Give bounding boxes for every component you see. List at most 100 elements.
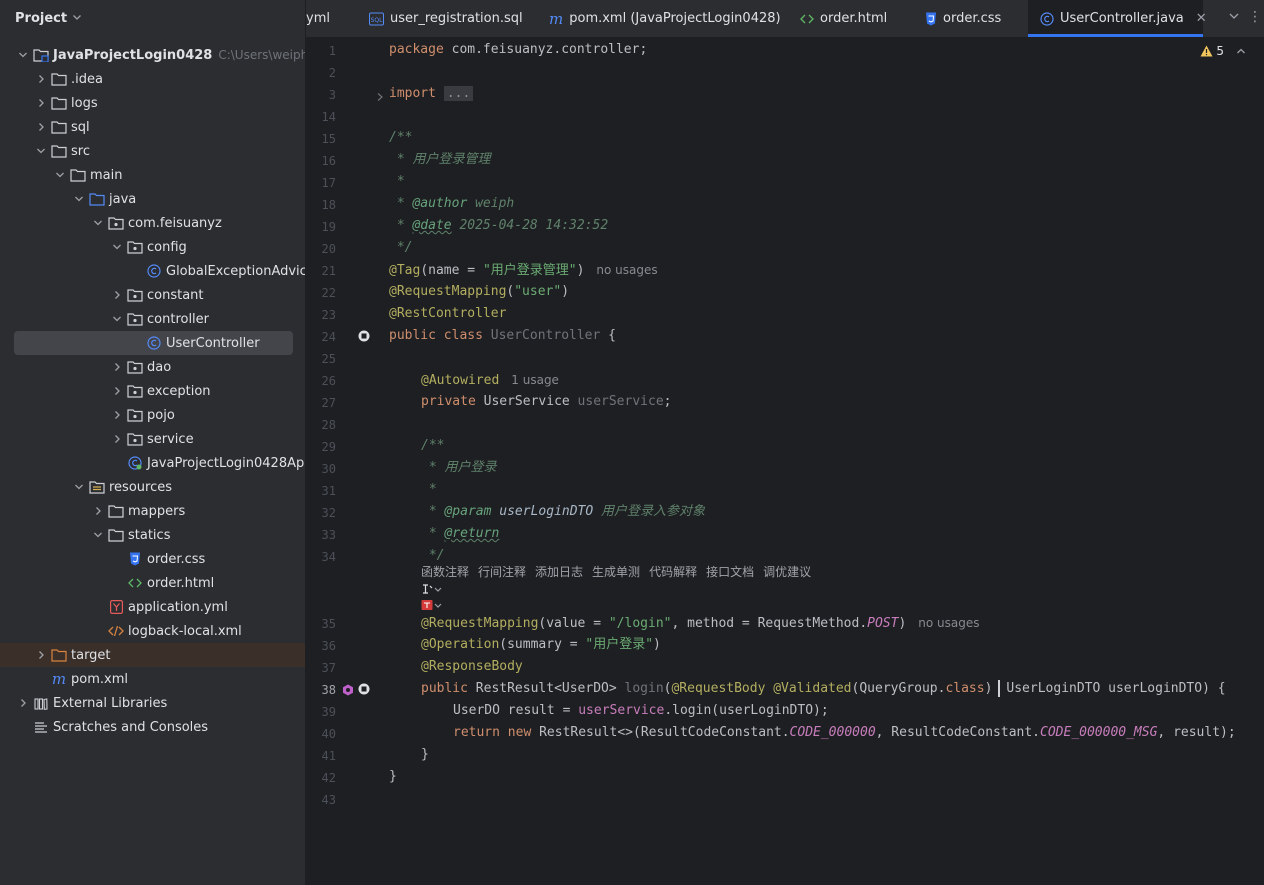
- code-line: @Operation(summary = "用户登录"): [421, 634, 661, 656]
- ai-assistant-gutter-icon[interactable]: [342, 684, 354, 700]
- chevron-right-icon[interactable]: [33, 122, 49, 132]
- chevron-right-icon[interactable]: [109, 434, 125, 444]
- code-text: *: [389, 218, 413, 233]
- tree-item-target[interactable]: target: [0, 643, 305, 667]
- project-title[interactable]: Project: [15, 11, 67, 26]
- tree-item-globalexceptionadvice[interactable]: GlobalExceptionAdvice: [0, 259, 305, 283]
- tree-item-resources[interactable]: resources: [0, 475, 305, 499]
- keyword: private: [421, 394, 484, 409]
- tree-item-config[interactable]: config: [0, 235, 305, 259]
- tree-item-order-css[interactable]: order.css: [0, 547, 305, 571]
- tree-item-scratches[interactable]: Scratches and Consoles: [0, 715, 305, 739]
- tree-item-logback-xml[interactable]: logback-local.xml: [0, 619, 305, 643]
- chevron-down-icon[interactable]: [71, 194, 87, 204]
- chevron-right-icon[interactable]: [90, 506, 106, 516]
- tree-item-label: exception: [147, 383, 211, 399]
- chevron-right-icon[interactable]: [33, 74, 49, 84]
- tree-item-sql[interactable]: sql: [0, 115, 305, 139]
- tree-item-usercontroller[interactable]: UserController: [0, 331, 305, 355]
- close-icon[interactable]: ✕: [1196, 11, 1207, 26]
- spring-bean-gutter-icon[interactable]: [358, 330, 370, 346]
- line-number: 22: [321, 286, 336, 300]
- tab-order-html[interactable]: order.html: [800, 0, 887, 37]
- tree-item-order-html[interactable]: order.html: [0, 571, 305, 595]
- tab-order-css[interactable]: order.css: [925, 0, 1001, 37]
- tab-pom-xml[interactable]: m pom.xml (JavaProjectLogin0428): [549, 0, 781, 37]
- usage-hint[interactable]: 1 usage: [511, 373, 559, 387]
- tree-item-main[interactable]: main: [0, 163, 305, 187]
- line-number: 43: [321, 793, 336, 807]
- code-text: RestResult<>(ResultCodeConstant.: [539, 725, 790, 740]
- chevron-down-icon[interactable]: [90, 218, 106, 228]
- ai-plugin-icon[interactable]: [421, 583, 443, 598]
- tree-item-controller[interactable]: controller: [0, 307, 305, 331]
- code-text: *: [421, 526, 445, 541]
- chevron-down-icon[interactable]: [90, 530, 106, 540]
- tree-item-java[interactable]: java: [0, 187, 305, 211]
- tree-item-pojo[interactable]: pojo: [0, 403, 305, 427]
- excluded-folder-icon: [51, 647, 67, 663]
- ai-action-api-doc[interactable]: 接口文档: [706, 565, 754, 579]
- tree-item-pom-xml[interactable]: m pom.xml: [0, 667, 305, 691]
- tree-item-label: config: [147, 239, 187, 255]
- tree-item-exception[interactable]: exception: [0, 379, 305, 403]
- ai-action-gen-unit-test[interactable]: 生成单测: [592, 565, 640, 579]
- chevron-down-icon[interactable]: [72, 12, 82, 25]
- tree-item-logs[interactable]: logs: [0, 91, 305, 115]
- chevron-right-icon[interactable]: [109, 410, 125, 420]
- tree-item-idea[interactable]: .idea: [0, 67, 305, 91]
- chevron-down-icon[interactable]: [33, 146, 49, 156]
- tree-item-package-root[interactable]: com.feisuanyz: [0, 211, 305, 235]
- line-number: 37: [321, 661, 336, 675]
- fold-expand-icon[interactable]: [376, 91, 384, 106]
- folded-imports[interactable]: ...: [443, 86, 474, 101]
- chevron-right-icon[interactable]: [33, 650, 49, 660]
- chevron-down-icon[interactable]: [109, 242, 125, 252]
- tree-item-application-yml[interactable]: application.yml: [0, 595, 305, 619]
- tree-item-statics[interactable]: statics: [0, 523, 305, 547]
- chevron-right-icon[interactable]: [109, 362, 125, 372]
- chevron-right-icon[interactable]: [109, 386, 125, 396]
- chevron-right-icon[interactable]: [15, 698, 31, 708]
- tree-item-constant[interactable]: constant: [0, 283, 305, 307]
- constant-name: CODE_000000_MSG: [1040, 725, 1158, 740]
- tab-yml[interactable]: yml: [306, 0, 330, 37]
- chevron-down-icon[interactable]: [1228, 10, 1240, 24]
- ai-action-explain-code[interactable]: 代码解释: [649, 565, 697, 579]
- usage-hint[interactable]: no usages: [918, 616, 979, 630]
- tree-item-mappers[interactable]: mappers: [0, 499, 305, 523]
- ai-action-line-comment[interactable]: 行间注释: [478, 565, 526, 579]
- code-editor[interactable]: 1 2 3 14 15 16 17 18 19 20 21 22 23 24 2…: [306, 38, 1264, 885]
- tree-item-service[interactable]: service: [0, 427, 305, 451]
- tab-label: UserController.java: [1060, 11, 1184, 26]
- tree-item-label: resources: [109, 479, 173, 495]
- tree-item-external-libraries[interactable]: External Libraries: [0, 691, 305, 715]
- chevron-right-icon[interactable]: [109, 290, 125, 300]
- chevron-down-icon[interactable]: [15, 50, 31, 60]
- ai-action-optimize[interactable]: 调优建议: [763, 565, 811, 579]
- code-text: weiph: [467, 196, 515, 211]
- tree-item-application-class[interactable]: JavaProjectLogin0428Appli: [0, 451, 305, 475]
- code-area[interactable]: package com.feisuanyz.controller; import…: [389, 38, 1264, 885]
- code-text: *: [389, 196, 413, 211]
- code-line: }: [389, 769, 397, 784]
- ai-action-function-comment[interactable]: 函数注释: [421, 565, 469, 579]
- spring-bean-gutter-icon[interactable]: [358, 683, 370, 699]
- tree-item-src[interactable]: src: [0, 139, 305, 163]
- tree-item-project-root[interactable]: JavaProjectLogin0428 C:\Users\weiph\Jav: [0, 43, 305, 67]
- chevron-down-icon[interactable]: [52, 170, 68, 180]
- more-options-icon[interactable]: ⋮: [1248, 9, 1262, 25]
- tree-item-label: main: [90, 167, 123, 183]
- line-number: 34: [321, 550, 336, 564]
- chevron-down-icon[interactable]: [109, 314, 125, 324]
- usage-hint[interactable]: no usages: [596, 263, 657, 277]
- chevron-down-icon[interactable]: [71, 482, 87, 492]
- tree-item-dao[interactable]: dao: [0, 355, 305, 379]
- tab-user-registration-sql[interactable]: SQL user_registration.sql: [369, 0, 523, 37]
- type-name: RestResult<UserDO>: [475, 681, 625, 696]
- tab-usercontroller-java[interactable]: UserController.java ✕: [1028, 0, 1207, 37]
- ai-action-add-log[interactable]: 添加日志: [535, 565, 583, 579]
- field-name: userService: [577, 394, 664, 409]
- code-line: *: [389, 174, 405, 189]
- chevron-right-icon[interactable]: [33, 98, 49, 108]
